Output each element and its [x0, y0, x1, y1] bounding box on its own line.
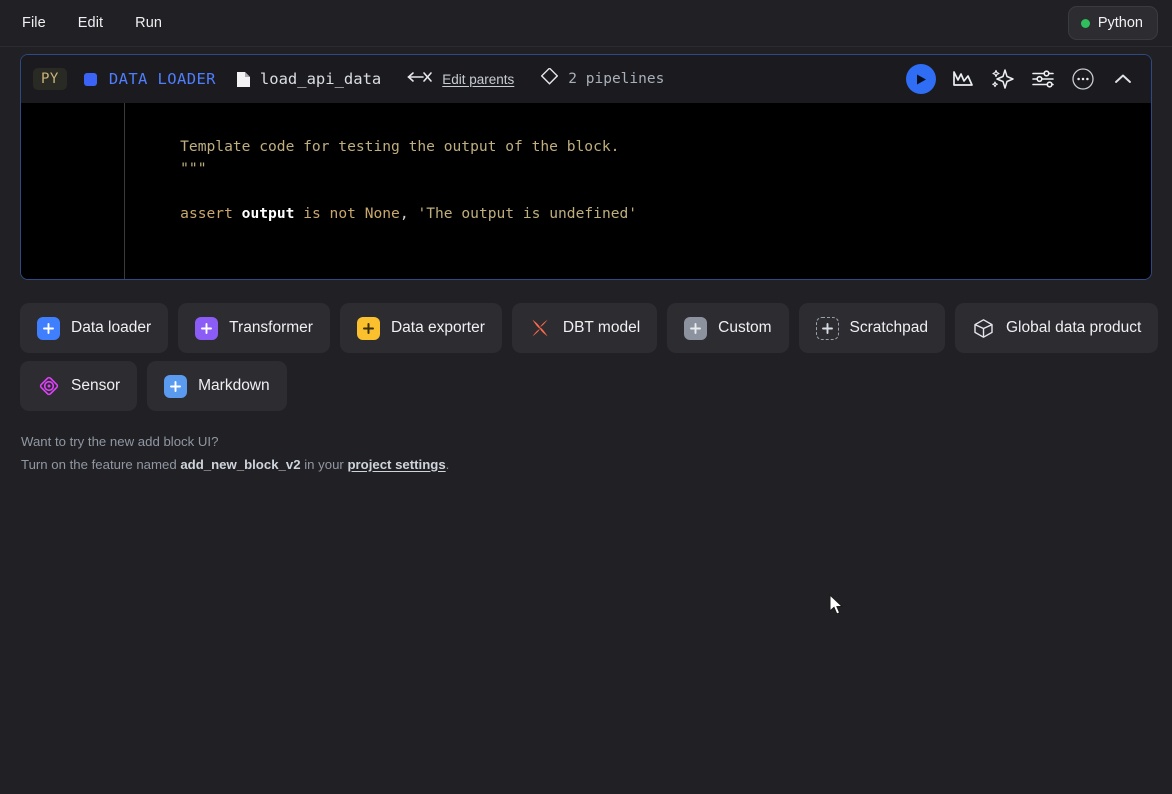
dbt-icon	[529, 317, 552, 340]
code-content: Template code for testing the output of …	[21, 103, 1151, 271]
code-block: PY DATA LOADER load_api_data	[20, 54, 1152, 280]
add-dbt-model-button[interactable]: DBT model	[512, 303, 657, 353]
add-transformer-button[interactable]: Transformer	[178, 303, 330, 353]
code-line-1: Template code for testing the output of …	[145, 136, 1151, 159]
block-header-toolbar	[901, 61, 1141, 97]
pipelines-indicator[interactable]: 2 pipelines	[541, 68, 664, 90]
feature-flag-note-line2: Turn on the feature named add_new_block_…	[21, 454, 449, 477]
diamond-icon	[541, 68, 558, 90]
note-prefix: Turn on the feature named	[21, 457, 180, 472]
block-type-label[interactable]: DATA LOADER	[109, 70, 216, 88]
add-block-label: Markdown	[198, 377, 270, 395]
language-label: Python	[1098, 15, 1143, 31]
plus-icon	[195, 317, 218, 340]
add-markdown-button[interactable]: Markdown	[147, 361, 287, 411]
ai-sparkle-icon[interactable]	[985, 61, 1021, 97]
feature-flag-name: add_new_block_v2	[180, 457, 300, 472]
language-tag-badge: PY	[33, 68, 67, 90]
note-suffix: .	[446, 457, 450, 472]
menu-edit[interactable]: Edit	[68, 9, 113, 37]
settings-sliders-icon[interactable]	[1025, 61, 1061, 97]
mouse-cursor	[829, 594, 845, 622]
language-badge[interactable]: Python	[1068, 6, 1158, 40]
run-block-button[interactable]	[901, 61, 941, 97]
add-block-label: Data exporter	[391, 319, 485, 337]
plus-icon	[684, 317, 707, 340]
menu-items: File Edit Run	[0, 9, 172, 37]
project-settings-link[interactable]: project settings	[347, 457, 445, 472]
chart-icon[interactable]	[945, 61, 981, 97]
code-line-4: assert output is not None, 'The output i…	[145, 203, 1151, 226]
more-options-icon[interactable]	[1065, 61, 1101, 97]
add-block-row-2: Sensor Markdown	[20, 361, 1152, 411]
feature-flag-note: Want to try the new add block UI? Turn o…	[21, 431, 449, 476]
block-header: PY DATA LOADER load_api_data	[21, 55, 1151, 103]
file-icon	[236, 71, 251, 88]
add-custom-button[interactable]: Custom	[667, 303, 788, 353]
note-middle: in your	[301, 457, 348, 472]
edit-parents-icon	[407, 70, 433, 89]
add-block-label: Custom	[718, 319, 771, 337]
add-data-loader-button[interactable]: Data loader	[20, 303, 168, 353]
add-block-row-1: Data loader Transformer Data exporter DB…	[20, 303, 1152, 353]
top-menu-bar: File Edit Run Python	[0, 0, 1172, 47]
block-header-left: PY DATA LOADER load_api_data	[33, 68, 901, 90]
add-scratchpad-button[interactable]: Scratchpad	[799, 303, 945, 353]
code-line-2: """	[145, 158, 1151, 181]
add-block-label: Data loader	[71, 319, 151, 337]
status-dot-icon	[1081, 19, 1090, 28]
plus-icon	[37, 317, 60, 340]
pipelines-label: 2 pipelines	[568, 71, 664, 87]
add-block-label: Global data product	[1006, 319, 1141, 337]
sensor-icon	[37, 375, 60, 398]
add-block-buttons: Data loader Transformer Data exporter DB…	[20, 303, 1152, 419]
edit-parents-label: Edit parents	[442, 72, 514, 87]
add-sensor-button[interactable]: Sensor	[20, 361, 137, 411]
indent-guide	[124, 103, 125, 279]
block-name-label[interactable]: load_api_data	[260, 70, 381, 88]
menu-run[interactable]: Run	[125, 9, 172, 37]
collapse-chevron-up-icon[interactable]	[1105, 61, 1141, 97]
add-block-label: DBT model	[563, 319, 640, 337]
plus-icon	[164, 375, 187, 398]
add-block-label: Transformer	[229, 319, 313, 337]
cube-icon	[972, 317, 995, 340]
plus-dashed-icon	[816, 317, 839, 340]
code-editor[interactable]: Template code for testing the output of …	[21, 103, 1151, 279]
code-line-3	[145, 181, 1151, 204]
feature-flag-note-line1: Want to try the new add block UI?	[21, 431, 449, 454]
edit-parents-button[interactable]: Edit parents	[407, 70, 514, 89]
plus-icon	[357, 317, 380, 340]
add-block-label: Sensor	[71, 377, 120, 395]
add-data-exporter-button[interactable]: Data exporter	[340, 303, 502, 353]
block-type-color-swatch	[84, 73, 97, 86]
add-block-label: Scratchpad	[850, 319, 928, 337]
menu-file[interactable]: File	[12, 9, 56, 37]
add-global-data-product-button[interactable]: Global data product	[955, 303, 1158, 353]
